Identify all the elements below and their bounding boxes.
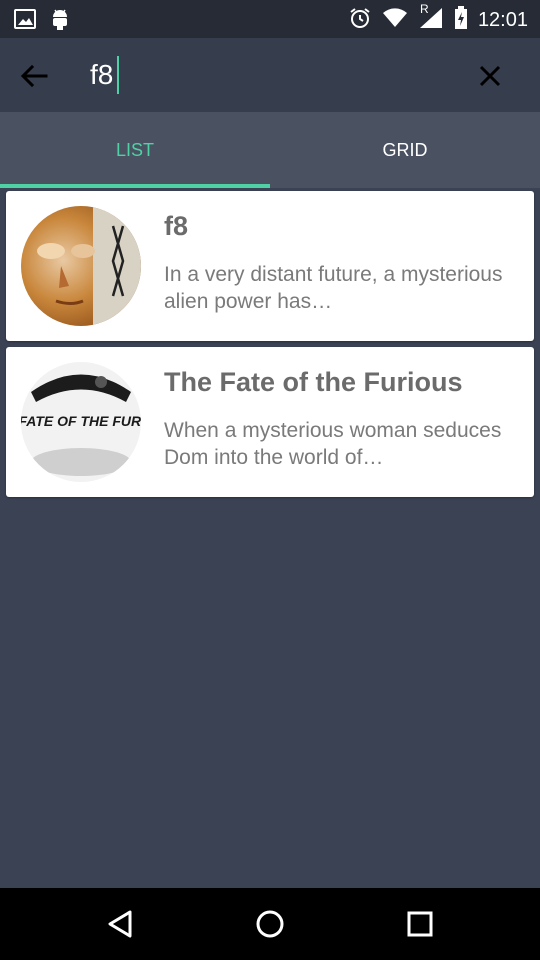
search-toolbar bbox=[0, 38, 540, 112]
wifi-icon bbox=[382, 7, 408, 33]
active-tab-indicator bbox=[0, 184, 270, 188]
network-label: R bbox=[419, 2, 429, 16]
result-card-fate-of-the-furious[interactable]: THE FATE OF THE FURIOUS The Fate of the … bbox=[6, 347, 534, 497]
close-icon[interactable] bbox=[470, 56, 510, 96]
text-cursor bbox=[117, 56, 119, 94]
search-input[interactable] bbox=[90, 54, 450, 96]
result-title: f8 bbox=[164, 211, 189, 241]
battery-charging-icon bbox=[454, 6, 468, 34]
poster-thumbnail-f8 bbox=[21, 206, 141, 326]
result-description: In a very distant future, a mysterious a… bbox=[164, 263, 503, 313]
recents-square-icon[interactable] bbox=[400, 904, 440, 944]
result-title: The Fate of the Furious bbox=[164, 367, 463, 397]
clock: 12:01 bbox=[477, 8, 528, 31]
status-bar: R 12:01 bbox=[0, 0, 540, 38]
poster-title-text: THE FATE OF THE FURIOUS bbox=[21, 413, 141, 429]
result-description: When a mysterious woman seduces Dom into… bbox=[164, 419, 502, 469]
android-icon bbox=[50, 7, 70, 35]
view-tabs: LIST GRID bbox=[0, 112, 540, 188]
system-nav-bar bbox=[0, 888, 540, 960]
poster-thumbnail-fate-of-the-furious: THE FATE OF THE FURIOUS bbox=[21, 362, 141, 482]
back-triangle-icon[interactable] bbox=[100, 904, 140, 944]
tab-list[interactable]: LIST bbox=[0, 112, 270, 188]
home-circle-icon[interactable] bbox=[250, 904, 290, 944]
results-list: f8 In a very distant future, a mysteriou… bbox=[6, 191, 534, 503]
alarm-icon bbox=[348, 6, 372, 34]
image-icon bbox=[14, 9, 36, 33]
back-arrow-icon[interactable] bbox=[14, 56, 54, 96]
tab-grid[interactable]: GRID bbox=[270, 112, 540, 188]
signal-icon: R bbox=[418, 2, 444, 34]
result-card-f8[interactable]: f8 In a very distant future, a mysteriou… bbox=[6, 191, 534, 341]
